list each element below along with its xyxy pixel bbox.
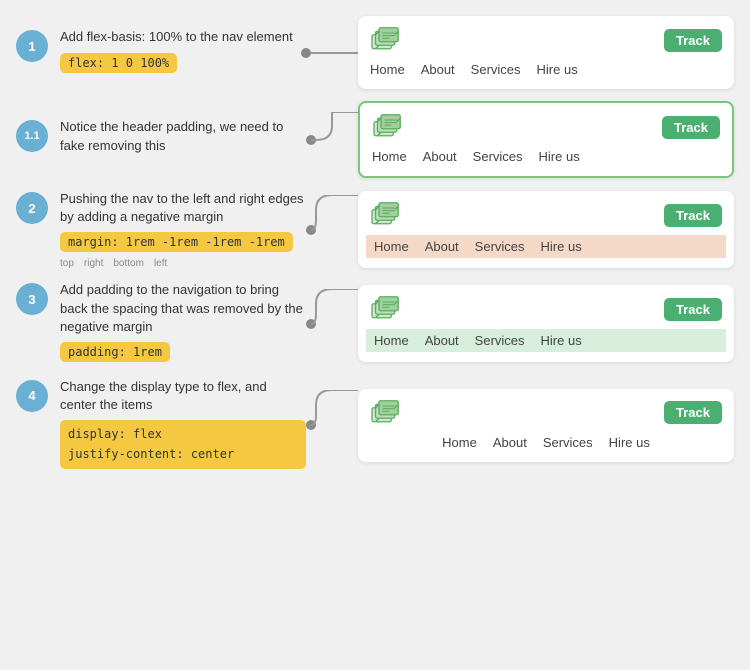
connector-curve-1-1 bbox=[306, 112, 358, 168]
nav-items-2: Home About Services Hire us bbox=[366, 235, 726, 258]
nav-items-4: Home About Services Hire us bbox=[370, 433, 722, 452]
track-button-2[interactable]: Track bbox=[664, 204, 722, 227]
step-description-1: Add flex-basis: 100% to the nav element bbox=[60, 28, 306, 46]
nav-services-3: Services bbox=[475, 333, 525, 348]
nav-about-2: About bbox=[425, 239, 459, 254]
logo-icon-4 bbox=[370, 399, 402, 427]
logo-icon-3 bbox=[370, 295, 402, 323]
preview-card-4: Track Home About Services Hire us bbox=[358, 389, 734, 462]
nav-hire-1: Hire us bbox=[537, 62, 578, 77]
code-labels-2: top right bottom left bbox=[60, 258, 306, 269]
code-badge-1: flex: 1 0 100% bbox=[60, 53, 177, 73]
nav-about-1-1: About bbox=[423, 149, 457, 164]
logo-icon-2 bbox=[370, 201, 402, 229]
preview-header-3: Track bbox=[370, 295, 722, 323]
step-text-4: Change the display type to flex, and cen… bbox=[60, 378, 306, 473]
nav-home-1: Home bbox=[370, 62, 405, 77]
preview-card-1: Track Home About Services Hire us bbox=[358, 16, 734, 89]
step-3: 3 Add padding to the navigation to bring… bbox=[16, 281, 734, 366]
nav-hire-1-1: Hire us bbox=[539, 149, 580, 164]
step-number-1: 1 bbox=[16, 30, 48, 62]
step-text-2: Pushing the nav to the left and right ed… bbox=[60, 190, 306, 269]
code-badge-3: padding: 1rem bbox=[60, 342, 170, 362]
nav-home-3: Home bbox=[374, 333, 409, 348]
nav-hire-3: Hire us bbox=[541, 333, 582, 348]
step-description-2: Pushing the nav to the left and right ed… bbox=[60, 190, 306, 226]
preview-header-1: Track bbox=[370, 26, 722, 54]
nav-items-1-1: Home About Services Hire us bbox=[372, 147, 720, 166]
nav-hire-4: Hire us bbox=[609, 435, 650, 450]
nav-items-1: Home About Services Hire us bbox=[370, 60, 722, 79]
logo-icon-1 bbox=[370, 26, 402, 54]
preview-header-1-1: Track bbox=[372, 113, 720, 141]
nav-items-3: Home About Services Hire us bbox=[366, 329, 726, 352]
step-number-1-1: 1.1 bbox=[16, 120, 48, 152]
preview-card-3: Track Home About Services Hire us bbox=[358, 285, 734, 362]
track-button-1-1[interactable]: Track bbox=[662, 116, 720, 139]
nav-home-4: Home bbox=[442, 435, 477, 450]
step-text-1: Add flex-basis: 100% to the nav element … bbox=[60, 28, 306, 76]
connector-dot-1 bbox=[301, 48, 311, 58]
track-button-1[interactable]: Track bbox=[664, 29, 722, 52]
preview-card-1-1: Track Home About Services Hire us bbox=[358, 101, 734, 178]
nav-about-4: About bbox=[493, 435, 527, 450]
step-description-3: Add padding to the navigation to bring b… bbox=[60, 281, 306, 336]
preview-header-4: Track bbox=[370, 399, 722, 427]
step-1: 1 Add flex-basis: 100% to the nav elemen… bbox=[16, 16, 734, 89]
track-button-3[interactable]: Track bbox=[664, 298, 722, 321]
step-number-4: 4 bbox=[16, 380, 48, 412]
step-number-2: 2 bbox=[16, 192, 48, 224]
nav-services-4: Services bbox=[543, 435, 593, 450]
nav-services-2: Services bbox=[475, 239, 525, 254]
step-1-1: 1.1 Notice the header padding, we need t… bbox=[16, 101, 734, 178]
nav-home-1-1: Home bbox=[372, 149, 407, 164]
nav-hire-2: Hire us bbox=[541, 239, 582, 254]
nav-home-2: Home bbox=[374, 239, 409, 254]
nav-about-1: About bbox=[421, 62, 455, 77]
connector-curve-2 bbox=[306, 195, 358, 265]
track-button-4[interactable]: Track bbox=[664, 401, 722, 424]
step-4: 4 Change the display type to flex, and c… bbox=[16, 378, 734, 473]
step-text-1-1: Notice the header padding, we need to fa… bbox=[60, 118, 306, 160]
code-badge-2: margin: 1rem -1rem -1rem -1rem bbox=[60, 232, 293, 252]
nav-services-1: Services bbox=[471, 62, 521, 77]
preview-header-2: Track bbox=[370, 201, 722, 229]
code-badge-4: display: flexjustify-content: center bbox=[60, 420, 306, 468]
nav-services-1-1: Services bbox=[473, 149, 523, 164]
connector-curve-4 bbox=[306, 390, 358, 460]
step-number-3: 3 bbox=[16, 283, 48, 315]
nav-about-3: About bbox=[425, 333, 459, 348]
step-2: 2 Pushing the nav to the left and right … bbox=[16, 190, 734, 269]
step-text-3: Add padding to the navigation to bring b… bbox=[60, 281, 306, 366]
connector-curve-3 bbox=[306, 289, 358, 359]
step-description-1-1: Notice the header padding, we need to fa… bbox=[60, 118, 306, 154]
step-description-4: Change the display type to flex, and cen… bbox=[60, 378, 306, 414]
preview-card-2: Track Home About Services Hire us bbox=[358, 191, 734, 268]
logo-icon-1-1 bbox=[372, 113, 404, 141]
